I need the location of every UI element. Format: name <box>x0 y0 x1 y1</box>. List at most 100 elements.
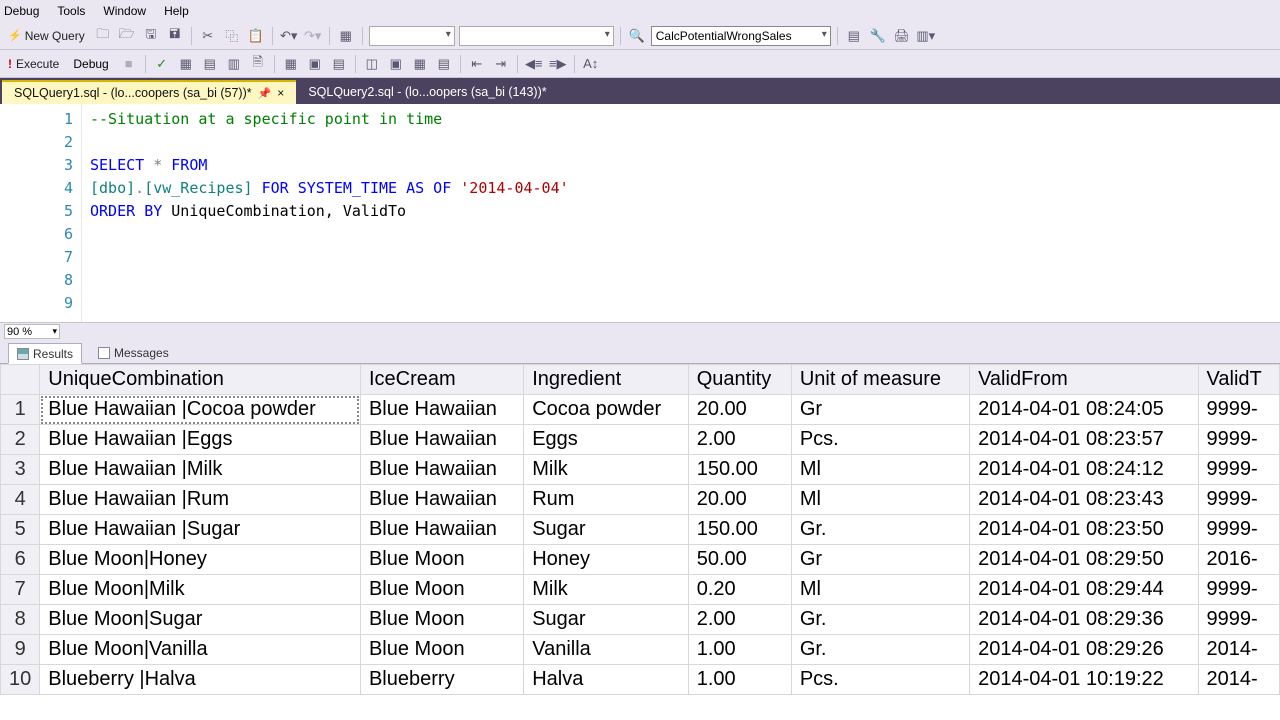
save-icon[interactable]: 🖫 <box>141 26 161 46</box>
pin-icon[interactable]: 📌 <box>258 87 272 100</box>
table-row[interactable]: 1Blue Hawaiian |Cocoa powderBlue Hawaiia… <box>1 395 1280 425</box>
cancel-query-icon[interactable]: ■ <box>119 54 139 74</box>
grid-cell[interactable]: 150.00 <box>688 515 791 545</box>
grid-cell[interactable]: 2.00 <box>688 605 791 635</box>
grid-cell[interactable]: Cocoa powder <box>524 395 689 425</box>
grid-cell[interactable]: Blue Hawaiian <box>360 515 523 545</box>
grid-cell[interactable]: 9999- <box>1198 515 1279 545</box>
toolbox-icon[interactable]: ▥▾ <box>916 26 936 46</box>
code-area[interactable]: --Situation at a specific point in time … <box>82 104 1280 322</box>
grid-cell[interactable]: Blue Hawaiian <box>360 425 523 455</box>
solution-platform-dropdown[interactable] <box>459 26 614 46</box>
execute-button[interactable]: Execute <box>4 56 63 72</box>
rownum-cell[interactable]: 2 <box>1 425 40 455</box>
grid-cell[interactable]: Sugar <box>524 515 689 545</box>
col-header[interactable]: UniqueCombination <box>40 365 361 395</box>
grid-cell[interactable]: Milk <box>524 455 689 485</box>
registered-servers-icon[interactable]: ▤ <box>844 26 864 46</box>
col-header[interactable]: ValidFrom <box>970 365 1198 395</box>
table-row[interactable]: 10Blueberry |HalvaBlueberryHalva1.00Pcs.… <box>1 665 1280 695</box>
grid-cell[interactable]: Gr. <box>791 635 969 665</box>
rownum-cell[interactable]: 9 <box>1 635 40 665</box>
grid-cell[interactable]: 2014-04-01 08:23:57 <box>970 425 1198 455</box>
grid-cell[interactable]: 2014-04-01 08:23:43 <box>970 485 1198 515</box>
grid-cell[interactable]: Blue Moon <box>360 635 523 665</box>
grid-cell[interactable]: Milk <box>524 575 689 605</box>
tab-messages[interactable]: Messages <box>90 342 177 363</box>
col-header[interactable]: Unit of measure <box>791 365 969 395</box>
query-options-icon[interactable]: ▤ <box>200 54 220 74</box>
grid-cell[interactable]: 2014-04-01 08:24:12 <box>970 455 1198 485</box>
grid-cell[interactable]: 2014-04-01 08:29:50 <box>970 545 1198 575</box>
zoom-dropdown[interactable]: 90 % <box>4 324 60 339</box>
col-header[interactable]: ValidT <box>1198 365 1279 395</box>
save-all-icon[interactable]: 🖬 <box>165 26 185 46</box>
object-dropdown[interactable]: CalcPotentialWrongSales <box>651 26 831 46</box>
grid-cell[interactable]: Gr. <box>791 605 969 635</box>
grid-cell[interactable]: Blue Hawaiian <box>360 455 523 485</box>
include-plan-icon[interactable]: 🗎 <box>248 54 268 74</box>
table-row[interactable]: 6Blue Moon|HoneyBlue MoonHoney50.00Gr201… <box>1 545 1280 575</box>
grid-cell[interactable]: 9999- <box>1198 425 1279 455</box>
grid-cell[interactable]: 50.00 <box>688 545 791 575</box>
tab-sqlquery2[interactable]: SQLQuery2.sql - (lo...oopers (sa_bi (143… <box>296 80 558 104</box>
object-explorer-icon[interactable]: 🖨 <box>892 26 912 46</box>
results-grid[interactable]: UniqueCombination IceCream Ingredient Qu… <box>0 364 1280 695</box>
include-stats-icon[interactable]: ▦ <box>281 54 301 74</box>
grid-cell[interactable]: Blue Moon|Sugar <box>40 605 361 635</box>
close-icon[interactable]: × <box>277 86 284 100</box>
rownum-cell[interactable]: 3 <box>1 455 40 485</box>
grid-cell[interactable]: 2014-04-01 10:19:22 <box>970 665 1198 695</box>
grid-cell[interactable]: Eggs <box>524 425 689 455</box>
grid-cell[interactable]: 2014-04-01 08:29:36 <box>970 605 1198 635</box>
grid-cell[interactable]: Sugar <box>524 605 689 635</box>
grid-cell[interactable]: Blue Hawaiian <box>360 485 523 515</box>
grid-cell[interactable]: Blue Hawaiian |Milk <box>40 455 361 485</box>
grid-cell[interactable]: 20.00 <box>688 485 791 515</box>
new-query-button[interactable]: New Query <box>4 28 89 44</box>
cut-icon[interactable]: ✂ <box>198 26 218 46</box>
rownum-cell[interactable]: 10 <box>1 665 40 695</box>
rownum-header[interactable] <box>1 365 40 395</box>
grid-cell[interactable]: Halva <box>524 665 689 695</box>
outdent-icon[interactable]: ◀≡ <box>524 54 544 74</box>
grid-cell[interactable]: 9999- <box>1198 575 1279 605</box>
grid-cell[interactable]: Blue Moon|Milk <box>40 575 361 605</box>
indent-icon[interactable]: ≡▶ <box>548 54 568 74</box>
grid-cell[interactable]: 2014- <box>1198 665 1279 695</box>
grid-cell[interactable]: 2014-04-01 08:23:50 <box>970 515 1198 545</box>
client-stats-icon[interactable]: ▣ <box>305 54 325 74</box>
grid-cell[interactable]: 20.00 <box>688 395 791 425</box>
grid-cell[interactable]: Gr. <box>791 515 969 545</box>
grid-cell[interactable]: 2014-04-01 08:24:05 <box>970 395 1198 425</box>
table-row[interactable]: 7Blue Moon|MilkBlue MoonMilk0.20Ml2014-0… <box>1 575 1280 605</box>
results-text-icon[interactable]: ▤ <box>329 54 349 74</box>
table-row[interactable]: 8Blue Moon|SugarBlue MoonSugar2.00Gr.201… <box>1 605 1280 635</box>
grid-cell[interactable]: Blue Hawaiian <box>360 395 523 425</box>
col-header[interactable]: IceCream <box>360 365 523 395</box>
results-file-icon[interactable]: ▣ <box>386 54 406 74</box>
tab-sqlquery1[interactable]: SQLQuery1.sql - (lo...coopers (sa_bi (57… <box>2 80 296 104</box>
table-row[interactable]: 4Blue Hawaiian |RumBlue HawaiianRum20.00… <box>1 485 1280 515</box>
uncomment-icon[interactable]: ▤ <box>434 54 454 74</box>
rownum-cell[interactable]: 1 <box>1 395 40 425</box>
grid-cell[interactable]: 9999- <box>1198 485 1279 515</box>
grid-cell[interactable]: Blue Moon|Honey <box>40 545 361 575</box>
grid-cell[interactable]: 2014-04-01 08:29:26 <box>970 635 1198 665</box>
grid-cell[interactable]: Vanilla <box>524 635 689 665</box>
grid-cell[interactable]: Blueberry |Halva <box>40 665 361 695</box>
menu-window[interactable]: Window <box>103 4 146 18</box>
parse-icon[interactable]: ✓ <box>152 54 172 74</box>
comment-icon[interactable]: ▦ <box>410 54 430 74</box>
grid-cell[interactable]: Gr <box>791 545 969 575</box>
rownum-cell[interactable]: 6 <box>1 545 40 575</box>
grid-cell[interactable]: 1.00 <box>688 635 791 665</box>
grid-cell[interactable]: Pcs. <box>791 425 969 455</box>
results-grid-icon[interactable]: ◫ <box>362 54 382 74</box>
intellisense-icon[interactable]: ▥ <box>224 54 244 74</box>
grid-cell[interactable]: Blue Hawaiian |Eggs <box>40 425 361 455</box>
grid-cell[interactable]: Ml <box>791 485 969 515</box>
grid-cell[interactable]: 2014- <box>1198 635 1279 665</box>
specify-values-icon[interactable]: A↕ <box>581 54 601 74</box>
redo-icon[interactable]: ↷▾ <box>303 26 323 46</box>
